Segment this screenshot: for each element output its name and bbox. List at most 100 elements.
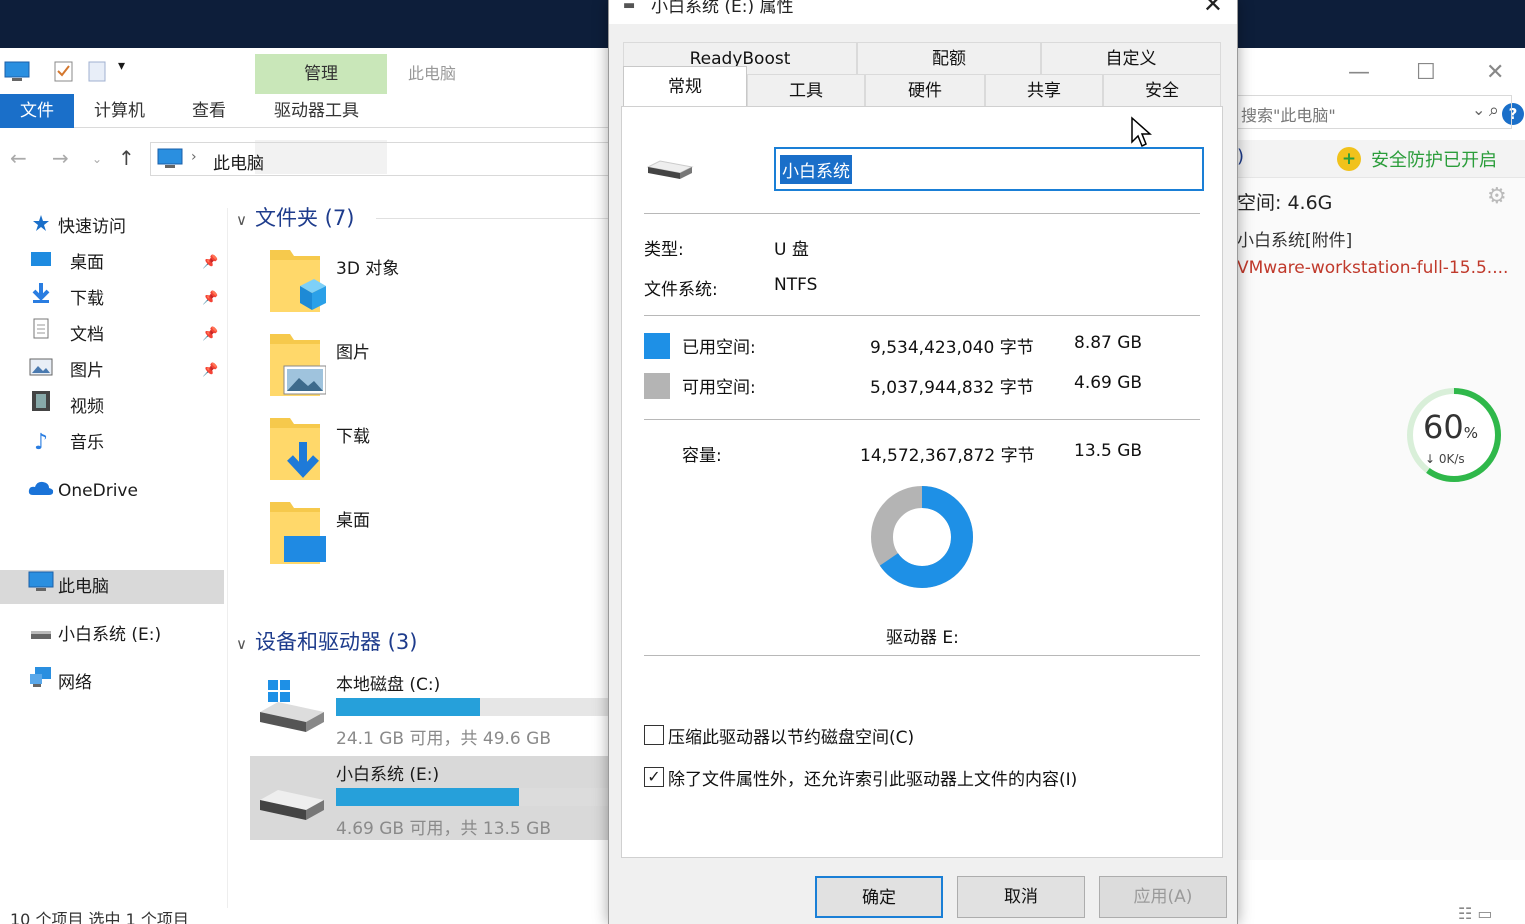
drive-free-info: 4.69 GB 可用，共 13.5 GB (336, 819, 551, 839)
tab-computer[interactable]: 计算机 (78, 94, 161, 128)
desktop-icon (28, 246, 54, 280)
desktop-folder-icon (266, 498, 326, 570)
sidebar-item-quick-access[interactable]: 快速访问 (0, 210, 224, 244)
file-name-link[interactable]: VMware-workstation-full-15.5.... (1237, 258, 1508, 278)
tab-row-front: 常规 工具 硬件 共享 安全 (623, 66, 1221, 106)
recent-locations-chevron-icon[interactable]: ⌄ (92, 152, 102, 166)
general-tab-pane: 小白系统 类型: U 盘 文件系统: NTFS 已用空间: 9,534,423,… (621, 106, 1223, 858)
folder-downloads[interactable]: 下载 (266, 414, 606, 494)
close-icon[interactable]: ✕ (1486, 60, 1504, 85)
sidebar-item-this-pc[interactable]: 此电脑 (0, 570, 224, 604)
cancel-button[interactable]: 取消 (957, 876, 1085, 918)
sidebar-item-label: 此电脑 (58, 577, 109, 597)
computer-icon[interactable] (4, 60, 30, 87)
maximize-icon[interactable]: ☐ (1416, 60, 1436, 85)
drive-c[interactable]: 本地磁盘 (C:) 24.1 GB 可用，共 49.6 GB (250, 666, 620, 750)
index-checkbox[interactable]: ✓ (644, 767, 664, 787)
folder-desktop[interactable]: 桌面 (266, 498, 606, 578)
network-icon (28, 666, 54, 700)
view-toggle-icons[interactable]: ☷ ▭ (1458, 904, 1493, 923)
protection-status[interactable]: 安全防护已开启 (1371, 146, 1497, 172)
tab-tools[interactable]: 工具 (747, 74, 865, 106)
download-speed: ↓ 0K/s (1425, 452, 1465, 466)
gear-icon[interactable]: ⚙ (1487, 184, 1507, 209)
tab-view[interactable]: 查看 (176, 94, 242, 128)
search-input[interactable]: 搜索"此电脑" ⌕ (1236, 95, 1512, 129)
ribbon-context-group-manage: 管理 (255, 54, 387, 94)
pin-icon[interactable]: 📌 (202, 282, 218, 316)
minimize-icon[interactable]: — (1348, 60, 1370, 85)
folder-pictures[interactable]: 图片 (266, 330, 606, 410)
sidebar-item-onedrive[interactable]: OneDrive (0, 474, 224, 508)
sidebar-item-music[interactable]: ♪ 音乐 (0, 426, 224, 460)
capacity-label: 容量: (682, 446, 722, 466)
downloads-folder-icon (266, 414, 326, 486)
tab-security[interactable]: 安全 (1103, 74, 1221, 106)
sidebar-item-downloads[interactable]: 下载 📌 (0, 282, 224, 316)
sidebar-item-label: 桌面 (70, 253, 104, 273)
forward-arrow-icon[interactable]: → (52, 146, 69, 170)
properties-check-icon[interactable] (54, 60, 74, 87)
index-label[interactable]: 除了文件属性外，还允许索引此驱动器上文件的内容(I) (668, 765, 1077, 790)
divider (644, 315, 1200, 316)
new-folder-icon[interactable] (88, 60, 106, 87)
volume-name-input[interactable]: 小白系统 (774, 147, 1204, 191)
usb-drive-icon (646, 157, 694, 181)
music-note-icon: ♪ (33, 430, 49, 455)
tab-general[interactable]: 常规 (623, 66, 747, 106)
navigation-bar: ← → ⌄ ↑ › 此电脑 (0, 142, 620, 178)
drive-e[interactable]: 小白系统 (E:) 4.69 GB 可用，共 13.5 GB (250, 756, 620, 840)
qat-dropdown-icon[interactable]: ▾ (118, 58, 125, 74)
folder-3d-objects[interactable]: 3D 对象 (266, 246, 606, 326)
shield-plus-icon: + (1337, 147, 1361, 171)
disk-usage-donut (871, 486, 973, 588)
pin-icon[interactable]: 📌 (202, 246, 218, 280)
compress-checkbox[interactable] (644, 725, 664, 745)
sidebar-item-documents[interactable]: 文档 📌 (0, 318, 224, 352)
back-arrow-icon[interactable]: ← (10, 146, 27, 170)
sidebar-item-desktop[interactable]: 桌面 📌 (0, 246, 224, 280)
tab-customize[interactable]: 自定义 (1041, 42, 1221, 74)
chevron-down-icon: ∨ (236, 635, 247, 653)
free-space-bytes: 5,037,944,832 字节 (870, 378, 1034, 398)
drive-usage-fill (336, 788, 519, 806)
ok-button[interactable]: 确定 (815, 876, 943, 918)
status-bar: 10 个项目 选中 1 个项目 (10, 910, 189, 924)
pin-icon[interactable]: 📌 (202, 318, 218, 352)
sidebar-item-network[interactable]: 网络 (0, 666, 224, 700)
sidebar-item-label: 音乐 (70, 433, 104, 453)
tab-drive-tools[interactable]: 驱动器工具 (258, 94, 375, 128)
percent-unit: % (1463, 424, 1478, 442)
pin-icon[interactable]: 📌 (202, 354, 218, 388)
apply-button[interactable]: 应用(A) (1099, 876, 1227, 918)
sidebar-item-pictures[interactable]: 图片 📌 (0, 354, 224, 388)
compress-label[interactable]: 压缩此驱动器以节约磁盘空间(C) (668, 723, 914, 748)
folder-label: 桌面 (336, 511, 370, 531)
type-label: 类型: (644, 240, 684, 260)
devices-header-label: 设备和驱动器 (3) (254, 630, 418, 654)
breadcrumb-this-pc[interactable]: 此电脑 (213, 149, 264, 174)
tab-sharing[interactable]: 共享 (985, 74, 1103, 106)
used-space-label: 已用空间: (682, 338, 756, 358)
drive-free-info: 24.1 GB 可用，共 49.6 GB (336, 729, 551, 749)
sidebar-item-label: 视频 (70, 397, 104, 417)
computer-icon (28, 570, 54, 604)
address-bar[interactable]: › 此电脑 (150, 142, 620, 176)
tab-hardware[interactable]: 硬件 (865, 74, 985, 106)
up-arrow-icon[interactable]: ↑ (118, 146, 135, 170)
breadcrumb-chevron-icon[interactable]: › (191, 149, 197, 165)
group-divider (376, 218, 616, 219)
dialog-titlebar: ▬ 小白系统 (E:) 属性 ✕ (609, 0, 1237, 24)
3d-objects-folder-icon (266, 246, 326, 318)
tab-quota[interactable]: 配额 (857, 42, 1041, 74)
drive-label: 小白系统 (E:) (336, 765, 440, 785)
sidebar-item-label: OneDrive (58, 481, 138, 501)
tab-file[interactable]: 文件 (0, 94, 74, 128)
devices-group-header[interactable]: ∨ 设备和驱动器 (3) (236, 626, 417, 656)
sidebar-item-usb-drive[interactable]: 小白系统 (E:) (0, 618, 224, 652)
folders-group-header[interactable]: ∨ 文件夹 (7) (236, 202, 616, 232)
sidebar-item-videos[interactable]: 视频 (0, 390, 224, 424)
free-space-text: 空间: 4.6G (1237, 192, 1333, 214)
free-space-gb: 4.69 GB (1074, 373, 1143, 393)
close-icon[interactable]: ✕ (1203, 0, 1223, 18)
